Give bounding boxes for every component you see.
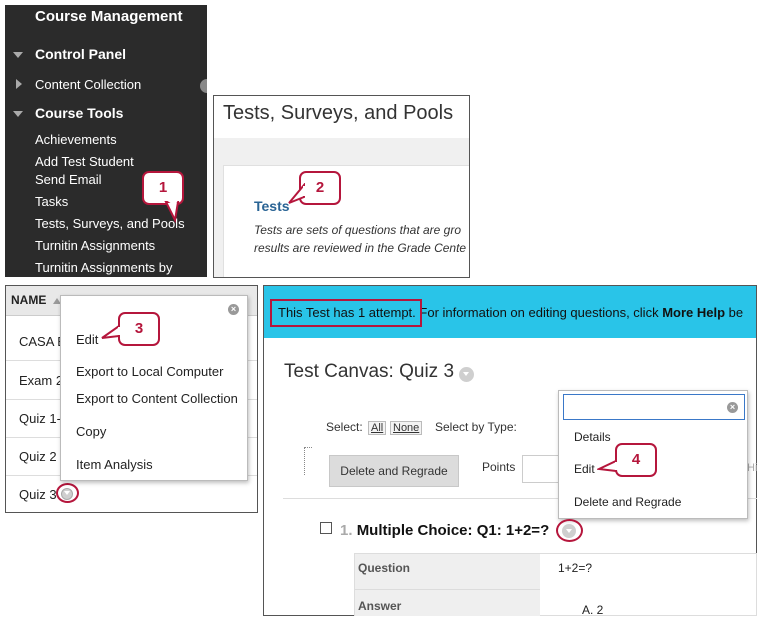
menu-item-item-analysis[interactable]: Item Analysis [76, 457, 153, 472]
page-title: Test Canvas: Quiz 3 [284, 361, 455, 382]
collapse-arrow-icon[interactable] [13, 111, 23, 117]
tests-card [223, 165, 469, 277]
answer-label: Answer [358, 599, 402, 613]
delete-and-regrade-button[interactable]: Delete and Regrade [329, 455, 459, 487]
column-header-name[interactable]: NAME [11, 293, 46, 307]
menu-item-edit[interactable]: Edit [574, 462, 595, 476]
question-checkbox[interactable] [320, 522, 332, 534]
sidebar-section-course-tools[interactable]: Course Tools [35, 105, 123, 121]
menu-item-details[interactable]: Details [574, 430, 611, 444]
tests-description-line-2: results are reviewed in the Grade Cente [254, 241, 467, 255]
callout-4: 4 [615, 443, 657, 477]
menu-item-export-content-collection[interactable]: Export to Content Collection [76, 391, 238, 406]
highlight-box [270, 299, 422, 327]
toolbar-arrow-icon [304, 447, 312, 475]
banner-info-text: For information on editing questions, cl… [415, 305, 663, 320]
highlight-ring [556, 519, 583, 542]
question-value: 1+2=? [558, 561, 593, 575]
points-input[interactable] [522, 455, 562, 483]
test-name[interactable]: CASA E [19, 334, 66, 349]
banner-tail-text: be [725, 305, 744, 320]
more-help-link[interactable]: More Help [662, 305, 725, 320]
expand-arrow-icon[interactable] [16, 79, 22, 89]
test-name[interactable]: Quiz 3 [19, 487, 57, 502]
question-label: Question [358, 561, 411, 575]
points-label: Points [482, 460, 516, 474]
test-name[interactable]: Exam 2 [19, 373, 63, 388]
answer-value: A. 2 [582, 603, 604, 617]
course-management-sidebar: Course Management Control Panel Content … [5, 5, 207, 277]
select-all-link[interactable]: All [368, 421, 387, 435]
sidebar-item-turnitin-assignments-by[interactable]: Turnitin Assignments by [35, 260, 173, 275]
question-title-text: Multiple Choice: Q1: 1+2=? [356, 522, 550, 539]
table-row[interactable]: Quiz 3 [6, 476, 257, 512]
menu-item-edit[interactable]: Edit [76, 332, 98, 347]
divider [355, 589, 540, 590]
sidebar-item-tasks[interactable]: Tasks [35, 194, 68, 209]
sidebar-scroll-handle-icon[interactable] [200, 79, 207, 93]
page-title: Tests, Surveys, and Pools [223, 102, 454, 124]
callout-pointer-icon [101, 324, 122, 339]
chevron-down-icon[interactable] [459, 367, 474, 382]
sidebar-item-send-email[interactable]: Send Email [35, 172, 101, 187]
tests-description-line-1: Tests are sets of questions that are gro [254, 223, 462, 237]
select-label: Select: [326, 420, 363, 434]
select-none-link[interactable]: None [390, 421, 423, 435]
highlight-ring [56, 483, 79, 503]
collapse-arrow-icon[interactable] [13, 52, 23, 58]
callout-pointer-icon [597, 459, 619, 473]
sidebar-title: Course Management [35, 8, 183, 25]
menu-item-export-local[interactable]: Export to Local Computer [76, 364, 223, 379]
sidebar-item-turnitin-assignments[interactable]: Turnitin Assignments [35, 238, 155, 253]
tests-link[interactable]: Tests [254, 198, 290, 214]
clear-icon[interactable]: × [727, 402, 738, 413]
menu-item-delete-regrade[interactable]: Delete and Regrade [574, 495, 681, 509]
tests-surveys-pools-panel: Tests, Surveys, and Pools Tests Tests ar… [213, 95, 470, 278]
sidebar-section-control-panel[interactable]: Control Panel [35, 46, 126, 62]
callout-3: 3 [118, 312, 160, 346]
menu-item-copy[interactable]: Copy [76, 424, 106, 439]
sidebar-item-add-test-student[interactable]: Add Test Student [35, 154, 134, 169]
test-name[interactable]: Quiz 2 [19, 449, 57, 464]
question-title[interactable]: 1. Multiple Choice: Q1: 1+2=? [340, 522, 549, 539]
callout-pointer-icon [164, 200, 180, 224]
menu-search-input[interactable] [563, 394, 745, 420]
close-icon[interactable]: × [228, 304, 239, 315]
select-by-type-label: Select by Type: [435, 420, 517, 434]
callout-pointer-icon [288, 183, 307, 204]
test-name[interactable]: Quiz 1- [19, 411, 61, 426]
sidebar-item-achievements[interactable]: Achievements [35, 132, 117, 147]
question-number: 1. [340, 522, 353, 539]
truncated-text: Hi [747, 462, 758, 474]
sidebar-item-content-collection[interactable]: Content Collection [35, 77, 141, 92]
